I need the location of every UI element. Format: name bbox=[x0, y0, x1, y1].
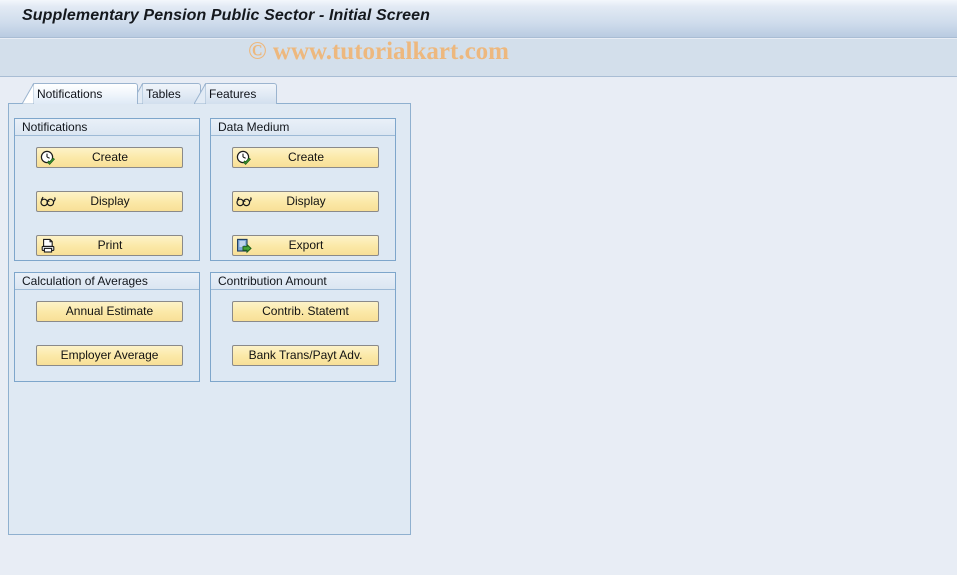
tab-content-panel: Notifications Create Display Print Data … bbox=[8, 103, 411, 535]
data-medium-export-button[interactable]: Export bbox=[232, 235, 379, 256]
bank-trans-payt-adv-label: Bank Trans/Payt Adv. bbox=[248, 348, 363, 362]
notifications-print-label: Print bbox=[97, 238, 123, 252]
data-medium-display-label: Display bbox=[286, 194, 326, 208]
export-document-icon bbox=[234, 236, 254, 255]
notifications-display-label: Display bbox=[90, 194, 130, 208]
group-data-medium: Data Medium Create Display Export bbox=[210, 118, 396, 261]
employer-average-label: Employer Average bbox=[60, 348, 159, 362]
tab-notifications-label: Notifications bbox=[37, 87, 103, 101]
tab-tables[interactable]: Tables bbox=[131, 83, 201, 104]
clock-check-icon bbox=[234, 148, 254, 167]
group-notifications: Notifications Create Display Print bbox=[14, 118, 200, 261]
data-medium-create-label: Create bbox=[287, 150, 325, 164]
group-data-medium-body: Create Display Export bbox=[211, 136, 395, 260]
data-medium-create-button[interactable]: Create bbox=[232, 147, 379, 168]
contrib-statement-label: Contrib. Statemt bbox=[262, 304, 349, 318]
group-calculation-of-averages: Calculation of Averages Annual Estimate … bbox=[14, 272, 200, 382]
data-medium-display-button[interactable]: Display bbox=[232, 191, 379, 212]
notifications-create-button[interactable]: Create bbox=[36, 147, 183, 168]
group-contribution-amount-title: Contribution Amount bbox=[211, 273, 395, 290]
group-calculation-of-averages-body: Annual Estimate Employer Average bbox=[15, 290, 199, 381]
annual-estimate-label: Annual Estimate bbox=[65, 304, 154, 318]
notifications-print-button[interactable]: Print bbox=[36, 235, 183, 256]
toolbar-band bbox=[0, 39, 957, 77]
eyeglasses-icon bbox=[234, 192, 254, 211]
tab-notifications[interactable]: Notifications bbox=[22, 83, 138, 104]
tab-slant-edge bbox=[22, 83, 34, 104]
employer-average-button[interactable]: Employer Average bbox=[36, 345, 183, 366]
printer-icon bbox=[38, 236, 58, 255]
group-data-medium-title: Data Medium bbox=[211, 119, 395, 136]
group-notifications-body: Create Display Print bbox=[15, 136, 199, 260]
clock-check-icon bbox=[38, 148, 58, 167]
group-notifications-title: Notifications bbox=[15, 119, 199, 136]
bank-trans-payt-adv-button[interactable]: Bank Trans/Payt Adv. bbox=[232, 345, 379, 366]
group-contribution-amount-body: Contrib. Statemt Bank Trans/Payt Adv. bbox=[211, 290, 395, 381]
tab-strip: Notifications Tables Features bbox=[8, 83, 411, 104]
eyeglasses-icon bbox=[38, 192, 58, 211]
annual-estimate-button[interactable]: Annual Estimate bbox=[36, 301, 183, 322]
group-contribution-amount: Contribution Amount Contrib. Statemt Ban… bbox=[210, 272, 396, 382]
window-title-bar: Supplementary Pension Public Sector - In… bbox=[0, 0, 957, 38]
tab-features-label: Features bbox=[209, 87, 257, 101]
page-title: Supplementary Pension Public Sector - In… bbox=[22, 7, 430, 24]
notifications-display-button[interactable]: Display bbox=[36, 191, 183, 212]
group-calculation-of-averages-title: Calculation of Averages bbox=[15, 273, 199, 290]
tab-slant-edge bbox=[194, 83, 206, 104]
contrib-statement-button[interactable]: Contrib. Statemt bbox=[232, 301, 379, 322]
data-medium-export-label: Export bbox=[288, 238, 324, 252]
tab-features[interactable]: Features bbox=[194, 83, 277, 104]
tab-tables-label: Tables bbox=[146, 87, 181, 101]
notifications-create-label: Create bbox=[91, 150, 129, 164]
